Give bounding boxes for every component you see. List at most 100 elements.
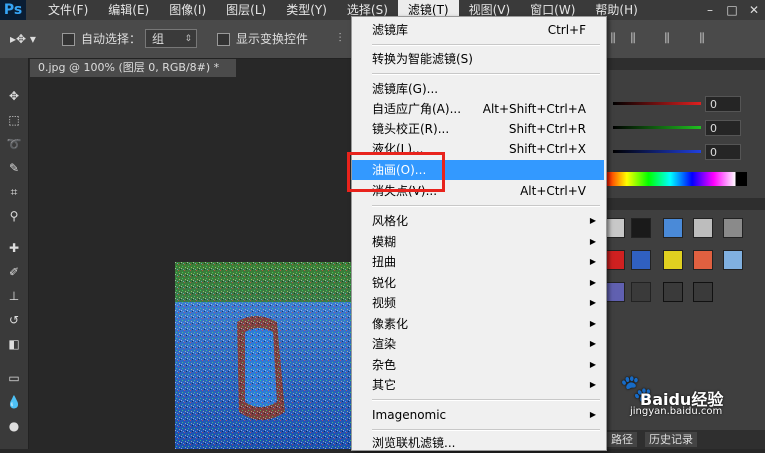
move-tool-icon[interactable]: ▸✥ ▾ xyxy=(10,29,36,49)
menu-type[interactable]: 类型(Y) xyxy=(276,0,337,20)
crop-tool-icon[interactable]: ⌗ xyxy=(3,182,25,202)
show-transform-wrap[interactable]: 显示变换控件 xyxy=(217,29,308,49)
submenu-arrow-icon: ▶ xyxy=(589,216,596,225)
color-spectrum-bar[interactable] xyxy=(605,172,747,186)
blue-value-field[interactable]: 0 xyxy=(705,144,741,160)
menu-item-sharpen[interactable]: 锐化 ▶ xyxy=(352,273,604,293)
document-tab-title: 0.jpg @ 100% (图层 0, RGB/8#) * xyxy=(38,61,220,74)
distribute-icon[interactable]: ⫼ xyxy=(606,31,620,47)
maximize-button[interactable]: □ xyxy=(721,0,743,20)
auto-select-checkbox[interactable] xyxy=(62,33,75,46)
style-swatch[interactable] xyxy=(693,250,713,270)
menu-item-label: 风格化 xyxy=(372,214,409,228)
show-transform-label: 显示变换控件 xyxy=(236,32,309,46)
style-swatch[interactable] xyxy=(663,250,683,270)
lasso-tool-icon[interactable]: ➰ xyxy=(3,134,25,154)
menu-item-other[interactable]: 其它 ▶ xyxy=(352,375,604,395)
style-swatch[interactable] xyxy=(631,218,651,238)
menu-item-shortcut: Shift+Ctrl+R xyxy=(508,122,586,136)
submenu-arrow-icon: ▶ xyxy=(589,360,596,369)
distribute-left-icon[interactable]: ⫼ xyxy=(660,31,674,47)
style-swatch[interactable] xyxy=(605,250,625,270)
menu-item-shortcut: Alt+Ctrl+V xyxy=(520,184,586,198)
submenu-arrow-icon: ▶ xyxy=(589,380,596,389)
dodge-tool-icon[interactable]: ● xyxy=(3,416,25,436)
filter-dropdown-menu: 滤镜库 Ctrl+F 转换为智能滤镜(S) 滤镜库(G)... 自适应广角(A).… xyxy=(351,16,607,451)
menu-item-label: 视频 xyxy=(372,296,397,310)
menu-item-label: 自适应广角(A)... xyxy=(372,102,462,116)
menu-item-adaptive-wide-angle[interactable]: 自适应广角(A)... Alt+Shift+Ctrl+A xyxy=(352,99,604,119)
green-value-field[interactable]: 0 xyxy=(705,120,741,136)
style-swatch[interactable] xyxy=(605,282,625,302)
history-brush-tool-icon[interactable]: ↺ xyxy=(3,310,25,330)
menu-item-lens-correction[interactable]: 镜头校正(R)... Shift+Ctrl+R xyxy=(352,119,604,139)
menu-file[interactable]: 文件(F) xyxy=(38,0,98,20)
healing-brush-tool-icon[interactable]: ✚ xyxy=(3,238,25,258)
auto-select-dropdown[interactable]: 组 ⇕ xyxy=(145,29,197,48)
style-swatch[interactable] xyxy=(631,250,651,270)
quick-select-tool-icon[interactable]: ✎ xyxy=(3,158,25,178)
menu-item-blur[interactable]: 模糊 ▶ xyxy=(352,232,604,252)
gradient-tool-icon[interactable]: ▭ xyxy=(3,368,25,388)
close-button[interactable]: ✕ xyxy=(743,0,765,20)
auto-select-value: 组 xyxy=(152,32,165,46)
menu-item-label: 锐化 xyxy=(372,276,397,290)
show-transform-checkbox[interactable] xyxy=(217,33,230,46)
clone-stamp-tool-icon[interactable]: ⊥ xyxy=(3,286,25,306)
menu-item-label: 扭曲 xyxy=(372,255,397,269)
tab-paths[interactable]: 路径 xyxy=(607,432,637,447)
menu-item-filter-gallery-last[interactable]: 滤镜库 Ctrl+F xyxy=(352,20,604,40)
eyedropper-tool-icon[interactable]: ⚲ xyxy=(3,206,25,226)
auto-select-checkbox-wrap[interactable]: 自动选择： xyxy=(62,29,141,49)
style-swatch[interactable] xyxy=(663,282,683,302)
style-swatch[interactable] xyxy=(605,218,625,238)
green-slider[interactable] xyxy=(613,126,701,129)
menu-item-label: 渲染 xyxy=(372,337,397,351)
eraser-tool-icon[interactable]: ◧ xyxy=(3,334,25,354)
menu-item-browse-online-filters[interactable]: 浏览联机滤镜... xyxy=(352,433,604,453)
menu-item-pixelate[interactable]: 像素化 ▶ xyxy=(352,314,604,334)
menu-image[interactable]: 图像(I) xyxy=(159,0,216,20)
menu-item-label: 杂色 xyxy=(372,358,397,372)
menu-edit[interactable]: 编辑(E) xyxy=(98,0,159,20)
blue-slider[interactable] xyxy=(613,150,701,153)
minimize-button[interactable]: – xyxy=(699,0,721,20)
red-slider[interactable] xyxy=(613,102,701,105)
distribute-right-icon[interactable]: ⫼ xyxy=(695,31,709,47)
highlight-annotation-box xyxy=(347,152,445,192)
menu-item-imagenomic[interactable]: Imagenomic ▶ xyxy=(352,405,604,425)
bottom-panel-tabs: 路径 历史记录 xyxy=(605,430,765,449)
align-top-icon[interactable]: ⫶ xyxy=(333,31,347,47)
style-swatch[interactable] xyxy=(663,218,683,238)
move-tool-icon[interactable]: ✥ xyxy=(3,86,25,106)
menu-item-render[interactable]: 渲染 ▶ xyxy=(352,334,604,354)
document-photo xyxy=(175,262,355,449)
style-swatch[interactable] xyxy=(693,218,713,238)
submenu-arrow-icon: ▶ xyxy=(589,278,596,287)
distribute-center-icon[interactable]: ⫼ xyxy=(626,31,640,47)
panel-header-top xyxy=(605,58,765,70)
menu-item-convert-smart-filter[interactable]: 转换为智能滤镜(S) xyxy=(352,49,604,69)
submenu-arrow-icon: ▶ xyxy=(589,410,596,419)
menu-item-shortcut: Shift+Ctrl+X xyxy=(509,142,586,156)
blur-tool-icon[interactable]: 💧 xyxy=(3,392,25,412)
menu-layer[interactable]: 图层(L) xyxy=(216,0,276,20)
style-swatch[interactable] xyxy=(723,250,743,270)
tab-history[interactable]: 历史记录 xyxy=(645,432,697,447)
menu-item-filter-gallery[interactable]: 滤镜库(G)... xyxy=(352,79,604,99)
menu-item-video[interactable]: 视频 ▶ xyxy=(352,293,604,313)
menu-item-noise[interactable]: 杂色 ▶ xyxy=(352,355,604,375)
style-swatch[interactable] xyxy=(723,218,743,238)
menu-separator xyxy=(372,44,600,46)
submenu-arrow-icon: ▶ xyxy=(589,319,596,328)
document-tab[interactable]: 0.jpg @ 100% (图层 0, RGB/8#) * xyxy=(30,59,236,77)
menu-item-stylize[interactable]: 风格化 ▶ xyxy=(352,211,604,231)
red-value-field[interactable]: 0 xyxy=(705,96,741,112)
menu-item-distort[interactable]: 扭曲 ▶ xyxy=(352,252,604,272)
marquee-tool-icon[interactable]: ⬚ xyxy=(3,110,25,130)
style-swatch[interactable] xyxy=(693,282,713,302)
brush-tool-icon[interactable]: ✐ xyxy=(3,262,25,282)
submenu-arrow-icon: ▶ xyxy=(589,237,596,246)
menu-item-label: 转换为智能滤镜(S) xyxy=(372,52,473,66)
style-swatch[interactable] xyxy=(631,282,651,302)
